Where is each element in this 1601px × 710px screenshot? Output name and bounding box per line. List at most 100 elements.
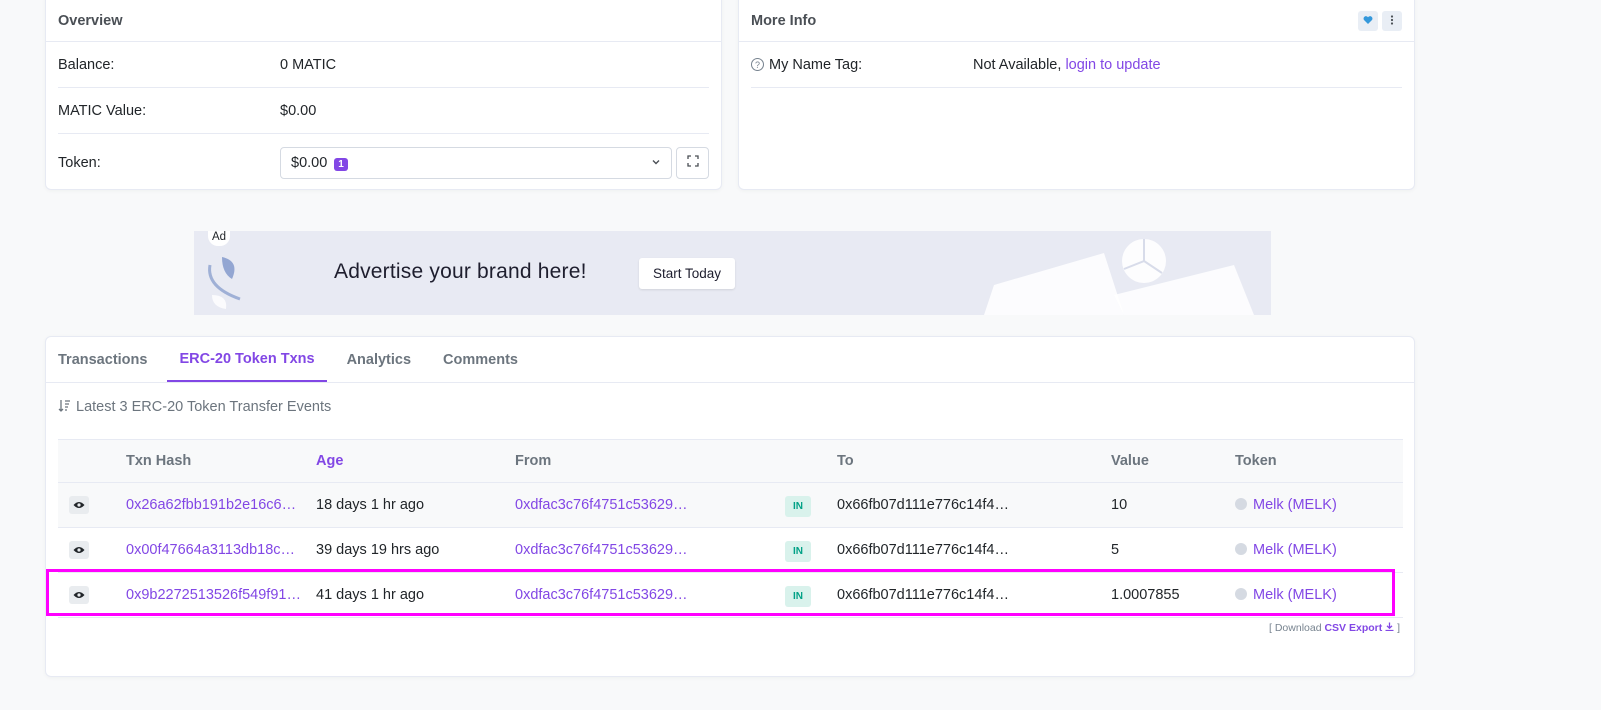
expand-button[interactable] [676,147,709,179]
more-info-card: More Info ? My Name Tag: Not Available, … [738,0,1415,190]
ad-headline: Advertise your brand here! [334,260,587,283]
heart-icon [1363,15,1373,28]
header-value: Value [1111,439,1235,483]
direction-cell: IN [785,527,837,573]
token-value-wrap: $0.00 1 [280,147,709,179]
eye-icon[interactable] [69,541,89,559]
token-row: Token: $0.00 1 [58,134,709,192]
transfer-summary: Latest 3 ERC-20 Token Transfer Events [46,383,1414,431]
table-header-row: Txn Hash Age From To Value Token [58,439,1403,483]
txn-hash-link[interactable]: 0x26a62fbb191b2e16c6… [126,497,296,513]
tab-comments[interactable]: Comments [431,337,530,382]
tab-analytics[interactable]: Analytics [335,337,423,382]
expand-icon [686,155,699,171]
view-cell [58,482,126,528]
token-dropdown-value: $0.00 [291,155,328,171]
more-info-title: More Info [751,13,817,29]
token-logo-icon [1235,543,1247,555]
header-view [58,439,126,483]
txn-hash-cell: 0x26a62fbb191b2e16c6… [126,482,316,528]
token-logo-icon [1235,498,1247,510]
from-address-link[interactable]: 0xdfac3c76f4751c53629… [515,587,688,603]
token-transfers-table: Txn Hash Age From To Value Token 0x26a62… [58,439,1403,618]
age-cell: 39 days 19 hrs ago [316,527,515,573]
csv-export-link[interactable]: CSV Export [1324,622,1382,634]
matic-value-row: MATIC Value: $0.00 [58,88,709,134]
value-cell: 10 [1111,482,1235,528]
view-cell [58,527,126,573]
token-link[interactable]: Melk (MELK) [1253,587,1337,603]
overview-card: Overview Balance: 0 MATIC MATIC Value: $… [45,0,722,190]
more-options-button[interactable] [1382,11,1402,31]
header-to: To [837,439,1111,483]
name-tag-row: ? My Name Tag: Not Available, login to u… [751,42,1402,88]
matic-value: $0.00 [280,102,317,119]
balance-value: 0 MATIC [280,56,337,73]
txn-hash-cell: 0x00f47664a3113db18c… [126,527,316,573]
more-info-header: More Info [739,0,1414,42]
token-link[interactable]: Melk (MELK) [1253,497,1337,513]
value-cell: 1.0007855 [1111,572,1235,618]
eye-icon[interactable] [69,496,89,514]
transfer-summary-text: Latest 3 ERC-20 Token Transfer Events [76,399,332,415]
token-dropdown[interactable]: $0.00 1 [280,147,672,179]
header-age[interactable]: Age [316,439,515,483]
from-cell: 0xdfac3c76f4751c53629… [515,572,785,618]
from-address-link[interactable]: 0xdfac3c76f4751c53629… [515,542,688,558]
start-today-button[interactable]: Start Today [639,258,736,289]
tab-transactions[interactable]: Transactions [58,337,159,382]
token-count-badge: 1 [334,158,348,171]
header-txn-hash: Txn Hash [126,439,316,483]
eye-icon[interactable] [69,586,89,604]
ad-tag: Ad [208,231,231,246]
to-cell: 0x66fb07d111e776c14f4… [837,482,1111,528]
ad-banner[interactable]: Ad Advertise your brand here! Start Toda… [194,231,1271,315]
csv-prefix: [ Download [1269,622,1322,634]
token-logo-icon [1235,588,1247,600]
from-cell: 0xdfac3c76f4751c53629… [515,482,785,528]
txn-hash-cell: 0x9b2272513526f549f91… [126,572,316,618]
token-cell: Melk (MELK) [1235,482,1403,528]
table-row: 0x26a62fbb191b2e16c6… 18 days 1 hr ago 0… [58,482,1403,528]
name-tag-value: Not Available, [973,56,1062,73]
age-cell: 18 days 1 hr ago [316,482,515,528]
token-cell: Melk (MELK) [1235,527,1403,573]
csv-suffix: ] [1397,622,1400,634]
table-row: 0x9b2272513526f549f91… 41 days 1 hr ago … [58,572,1403,618]
vertical-dots-icon [1390,14,1394,28]
name-tag-label: My Name Tag: [769,56,863,73]
from-address-link[interactable]: 0xdfac3c76f4751c53629… [515,497,688,513]
value-cell: 5 [1111,527,1235,573]
txn-hash-link[interactable]: 0x00f47664a3113db18c… [126,542,295,558]
chevron-down-icon [651,155,661,171]
token-label: Token: [58,155,101,171]
tab-bar: Transactions ERC-20 Token Txns Analytics… [46,337,1414,383]
direction-cell: IN [785,572,837,618]
login-link[interactable]: login to update [1065,57,1160,73]
token-dropdown-value-wrap: $0.00 1 [291,155,348,171]
view-cell [58,572,126,618]
from-cell: 0xdfac3c76f4751c53629… [515,527,785,573]
age-cell: 41 days 1 hr ago [316,572,515,618]
leaf-logo-icon [200,247,246,315]
token-cell: Melk (MELK) [1235,572,1403,618]
token-link[interactable]: Melk (MELK) [1253,542,1337,558]
ad-illustration-icon [984,235,1271,315]
overview-title: Overview [58,13,123,29]
in-badge: IN [785,496,811,517]
name-tag-label-wrap: ? My Name Tag: [751,57,973,73]
txn-hash-link[interactable]: 0x9b2272513526f549f91… [126,587,301,603]
header-token: Token [1235,439,1403,483]
to-cell: 0x66fb07d111e776c14f4… [837,527,1111,573]
tab-erc20-token-txns[interactable]: ERC-20 Token Txns [167,337,327,382]
matic-value-label: MATIC Value: [58,102,147,119]
balance-row: Balance: 0 MATIC [58,42,709,88]
favorite-button[interactable] [1358,11,1378,31]
header-from: From [515,439,785,483]
in-badge: IN [785,541,811,562]
more-info-actions [1358,11,1402,31]
name-tag-value-wrap: Not Available, login to update [973,57,1161,73]
overview-header: Overview [46,0,721,42]
in-badge: IN [785,586,811,607]
table-row: 0x00f47664a3113db18c… 39 days 19 hrs ago… [58,527,1403,573]
